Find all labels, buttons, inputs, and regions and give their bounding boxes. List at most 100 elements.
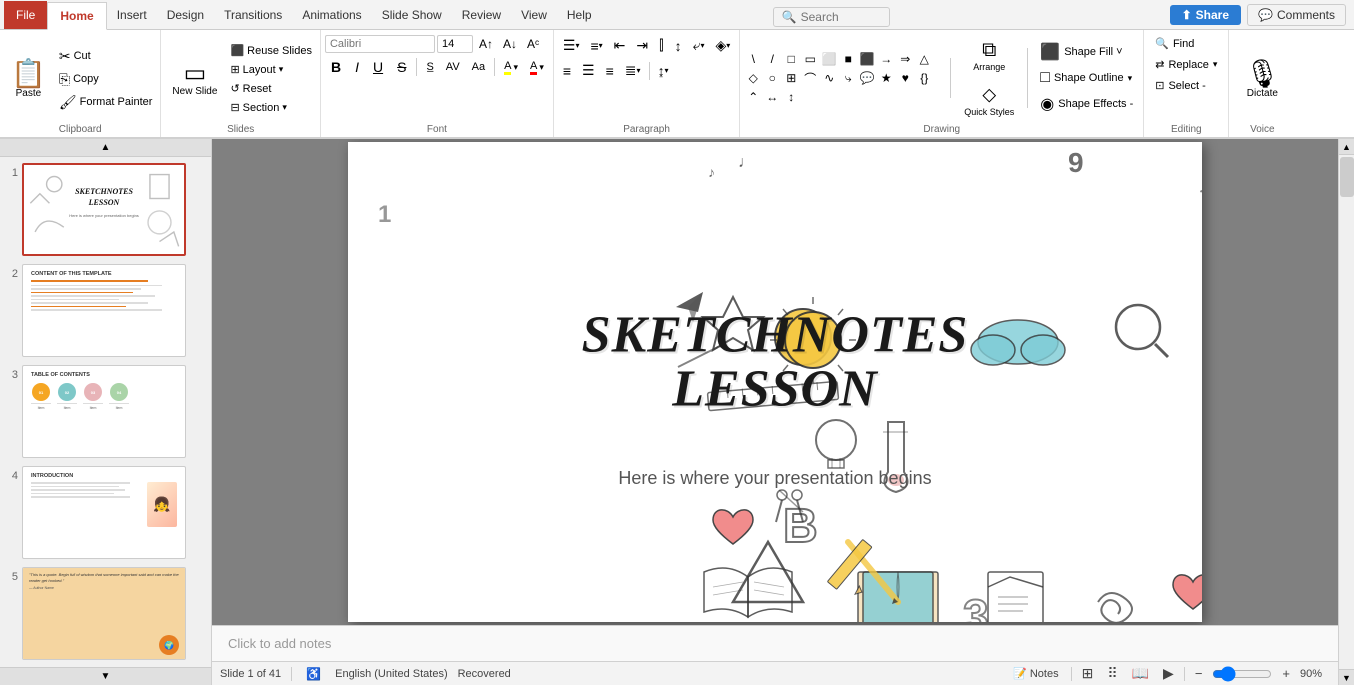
line-spacing-button[interactable]: ↕ — [670, 35, 687, 57]
font-name-input[interactable] — [325, 35, 435, 53]
slide-thumb-4[interactable]: INTRODUCTION 👧 — [22, 466, 186, 559]
search-input[interactable] — [801, 10, 881, 24]
cut-button[interactable]: ✂ Cut — [55, 46, 157, 67]
tab-home[interactable]: Home — [47, 2, 106, 30]
slide-item[interactable]: 1 SKETCHNOTES LESSON — [4, 163, 207, 256]
reset-button[interactable]: ↺ Reset — [226, 80, 316, 97]
shape-effects-button[interactable]: ◉ Shape Effects - — [1034, 91, 1139, 117]
shape-outline-button[interactable]: □ Shape Outline ▾ — [1034, 66, 1139, 90]
shape-freeform-icon[interactable]: ⤷ — [839, 69, 857, 87]
share-button[interactable]: ⬆ Share — [1170, 5, 1241, 25]
increase-indent-button[interactable]: ⇥ — [631, 34, 653, 57]
align-center-button[interactable]: ☰ — [577, 59, 600, 82]
bullets-button[interactable]: ☰▾ — [558, 34, 585, 57]
slide-show-button[interactable]: ▶ — [1159, 664, 1178, 683]
shape-wave-icon[interactable]: ∿ — [820, 69, 838, 87]
shape-arrow-icon[interactable]: → — [877, 50, 895, 68]
main-slide[interactable]: ♩ ♪ ♫ 9 1 — [348, 142, 1202, 622]
shape-oval-icon[interactable]: ○ — [763, 69, 781, 87]
new-slide-button[interactable]: ▭ New Slide — [165, 57, 224, 102]
zoom-in-button[interactable]: + — [1278, 665, 1294, 682]
shape-rounded-rect-icon[interactable]: ▭ — [801, 50, 819, 68]
reuse-slides-button[interactable]: ⬛ Reuse Slides — [226, 42, 316, 59]
format-painter-button[interactable]: 🖌 Format Painter — [55, 92, 157, 113]
slide-thumb-1[interactable]: SKETCHNOTES LESSON Here is where your pr… — [22, 163, 186, 256]
shape-curve-icon[interactable]: ⌒ — [801, 69, 819, 87]
text-highlight-button[interactable]: A▾ — [499, 57, 523, 78]
shape-square-icon[interactable]: ■ — [839, 50, 857, 68]
tab-file[interactable]: File — [4, 1, 47, 29]
notes-bar[interactable]: Click to add notes — [212, 625, 1338, 661]
scroll-up-button[interactable]: ▲ — [0, 139, 211, 157]
find-button[interactable]: 🔍 Find — [1148, 34, 1224, 53]
shape-diagonal-icon[interactable]: / — [763, 50, 781, 68]
shape-rect-icon[interactable]: □ — [782, 50, 800, 68]
tab-view[interactable]: View — [511, 1, 557, 29]
scroll-down-button[interactable]: ▼ — [0, 667, 211, 685]
strikethrough-button[interactable]: S — [391, 56, 412, 78]
shape-line-icon[interactable]: \ — [744, 50, 762, 68]
clear-format-button[interactable]: Aᶜ — [523, 34, 543, 54]
layout-button[interactable]: ⊞ Layout ▾ — [226, 61, 316, 78]
text-direction-button[interactable]: ⤶▾ — [688, 34, 710, 57]
slide-subtitle[interactable]: Here is where your presentation begins — [618, 468, 931, 489]
text-shadow-button[interactable]: S̲ — [421, 58, 438, 76]
zoom-out-button[interactable]: − — [1191, 665, 1207, 682]
tab-help[interactable]: Help — [557, 1, 602, 29]
font-size-input[interactable] — [437, 35, 473, 53]
slide-item[interactable]: 2 CONTENT OF THIS TEMPLATE — [4, 264, 207, 357]
shape-callout-icon[interactable]: 💬 — [858, 69, 876, 87]
bold-button[interactable]: B — [325, 56, 347, 78]
justify-button[interactable]: ≣▾ — [620, 59, 646, 82]
arrange-button[interactable]: ⧉ Arrange — [957, 34, 1021, 77]
slide-thumb-2[interactable]: CONTENT OF THIS TEMPLATE — [22, 264, 186, 357]
tab-insert[interactable]: Insert — [107, 1, 157, 29]
notes-toggle-button[interactable]: 📝 Notes — [1007, 666, 1064, 681]
slide-sorter-button[interactable]: ⠿ — [1103, 664, 1121, 683]
copy-button[interactable]: ⎘ Copy — [55, 69, 157, 90]
slide-item[interactable]: 5 "This is a quote. Begin full of wisdom… — [4, 567, 207, 660]
slide-thumb-3[interactable]: TABLE OF CONTENTS 01 Item — [22, 365, 186, 458]
columns-button[interactable]: ⫿ — [654, 34, 668, 57]
convert-smartart-button[interactable]: ◈▾ — [710, 34, 735, 57]
tab-slideshow[interactable]: Slide Show — [372, 1, 452, 29]
align-left-button[interactable]: ≡ — [558, 60, 576, 82]
shape-bracket-icon[interactable]: {} — [915, 69, 933, 87]
scroll-up-right-button[interactable]: ▲ — [1339, 139, 1354, 155]
underline-button[interactable]: U — [367, 56, 389, 78]
shape-more-icon[interactable]: ⊞ — [782, 69, 800, 87]
decrease-indent-button[interactable]: ⇤ — [609, 34, 631, 57]
section-button[interactable]: ⊟ Section ▾ — [226, 99, 316, 116]
char-spacing-button[interactable]: AV — [441, 58, 465, 76]
zoom-slider[interactable] — [1212, 668, 1272, 680]
shape-brace-icon[interactable]: ⌃ — [744, 88, 762, 106]
shape-heart-icon[interactable]: ♥ — [896, 69, 914, 87]
shape-cylinder-icon[interactable]: ⬛ — [858, 50, 876, 68]
shape-star-icon[interactable]: ★ — [877, 69, 895, 87]
dictate-button[interactable]: 🎙 Dictate — [1237, 55, 1287, 104]
replace-button[interactable]: ⇄ Replace ▾ — [1148, 55, 1224, 74]
comments-button[interactable]: 💬 Comments — [1247, 4, 1346, 26]
slide-thumb-5[interactable]: "This is a quote. Begin full of wisdom t… — [22, 567, 186, 660]
tab-transitions[interactable]: Transitions — [214, 1, 292, 29]
font-color-button[interactable]: A▾ — [525, 57, 549, 78]
increase-font-button[interactable]: A↑ — [475, 34, 497, 54]
shape-snip-icon[interactable]: ⬜ — [820, 50, 838, 68]
slide-item[interactable]: 3 TABLE OF CONTENTS 01 Item — [4, 365, 207, 458]
shape-scroll-icon[interactable]: ↔ — [763, 88, 781, 106]
tab-review[interactable]: Review — [452, 1, 511, 29]
accessibility-icon[interactable]: ♿ — [302, 666, 325, 682]
decrease-font-button[interactable]: A↓ — [499, 34, 521, 54]
slide-title[interactable]: SKETCHNOTES LESSON — [582, 308, 969, 417]
paragraph-spacing-button[interactable]: ↨▾ — [653, 60, 674, 82]
reading-view-button[interactable]: 📖 — [1128, 664, 1153, 683]
shape-right-arrow-icon[interactable]: ⇒ — [896, 50, 914, 68]
scroll-down-right-button[interactable]: ▼ — [1339, 669, 1354, 685]
shape-extra-icon[interactable]: ↕ — [782, 88, 800, 106]
tab-design[interactable]: Design — [157, 1, 214, 29]
select-button[interactable]: ⊡ Select - — [1148, 76, 1224, 95]
shape-diamond-icon[interactable]: ◇ — [744, 69, 762, 87]
italic-button[interactable]: I — [349, 56, 365, 78]
numbering-button[interactable]: ≡▾ — [585, 35, 607, 57]
quick-styles-button[interactable]: ⬦ Quick Styles — [957, 79, 1021, 122]
